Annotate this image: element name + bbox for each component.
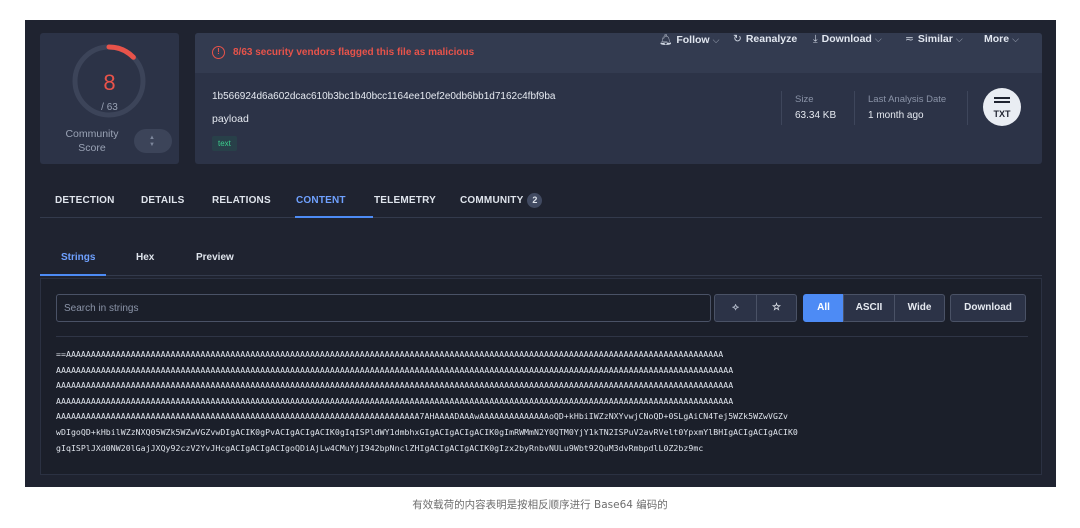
reanalyze-button[interactable]: ↻ Reanalyze — [733, 33, 797, 45]
divider — [781, 91, 782, 125]
tab-telemetry[interactable]: TELEMETRY — [374, 195, 436, 206]
detection-count: 8 — [103, 70, 116, 95]
filter-all-button[interactable]: All — [803, 294, 844, 322]
warning-icon: ! — [212, 46, 225, 59]
star-icon: ☆ — [772, 302, 781, 313]
string-line: wDIgoQD+kHbilWZzNXQ05WZk5WZwVGZvwDIgACIK… — [56, 426, 798, 437]
community-vote-control[interactable]: ▲ ▼ — [134, 129, 172, 153]
hash-filter-button[interactable]: ⟡ — [714, 294, 757, 322]
string-line: gIqISPlJXd0NW20lGajJXQy92czV2YvJHcgACIgA… — [56, 442, 704, 453]
file-summary-card: ! 8/63 security vendors flagged this fil… — [195, 33, 1042, 164]
tab-relations[interactable]: RELATIONS — [212, 195, 271, 206]
download-icon: ⤓ — [813, 33, 818, 45]
chevron-down-icon: ⌵ — [1012, 34, 1019, 44]
string-line: AAAAAAAAAAAAAAAAAAAAAAAAAAAAAAAAAAAAAAAA… — [56, 395, 734, 406]
bell-icon: 🔔︎ — [659, 34, 673, 46]
string-line: AAAAAAAAAAAAAAAAAAAAAAAAAAAAAAAAAAAAAAAA… — [56, 364, 734, 375]
active-subtab-indicator — [40, 274, 106, 276]
tab-community[interactable]: COMMUNITY 2 — [460, 193, 543, 208]
divider — [854, 91, 855, 125]
similar-button[interactable]: ≂ Similar ⌵ — [905, 33, 963, 45]
follow-button[interactable]: 🔔︎ Follow ⌵ — [659, 33, 719, 46]
figure-caption: 有效载荷的内容表明是按相反顺序进行 Base64 编码的 — [412, 499, 668, 511]
tab-content[interactable]: CONTENT — [296, 195, 346, 206]
size-value: 63.34 KB — [795, 110, 837, 121]
strings-output: ==AAAAAAAAAAAAAAAAAAAAAAAAAAAAAAAAAAAAAA… — [56, 347, 1028, 456]
similar-icon: ≂ — [905, 33, 914, 45]
string-line: AAAAAAAAAAAAAAAAAAAAAAAAAAAAAAAAAAAAAAAA… — [56, 411, 788, 422]
analysis-date-label: Last Analysis Date — [868, 94, 947, 105]
fingerprint-icon: ⟡ — [732, 302, 739, 313]
tab-detection[interactable]: DETECTION — [55, 195, 115, 206]
subtab-preview[interactable]: Preview — [196, 252, 234, 263]
community-score-label: Community Score — [65, 128, 119, 154]
file-type-label: TXT — [993, 109, 1011, 119]
filter-ascii-button[interactable]: ASCII — [843, 294, 895, 322]
search-input[interactable] — [56, 294, 711, 322]
strings-download-button[interactable]: Download — [950, 294, 1026, 322]
file-hash[interactable]: 1b566924d6a602dcac610b3bc1b40bcc1164ee10… — [212, 91, 555, 102]
size-label: Size — [795, 94, 814, 105]
subtab-hex[interactable]: Hex — [136, 252, 154, 263]
subtab-strings[interactable]: Strings — [61, 252, 95, 263]
analysis-date-value: 1 month ago — [868, 110, 924, 121]
file-type-icon: TXT — [983, 88, 1021, 126]
main-tabs: DETECTION DETAILS RELATIONS CONTENT TELE… — [40, 190, 1042, 218]
chevron-down-icon: ⌵ — [874, 34, 882, 44]
alert-text: 8/63 security vendors flagged this file … — [233, 47, 475, 58]
string-line: AAAAAAAAAAAAAAAAAAAAAAAAAAAAAAAAAAAAAAAA… — [56, 380, 734, 391]
content-subtabs: Strings Hex Preview — [40, 246, 1042, 276]
favorite-button[interactable]: ☆ — [756, 294, 797, 322]
vote-up-icon[interactable]: ▲ — [149, 135, 155, 141]
divider — [56, 336, 1028, 337]
string-line: ==AAAAAAAAAAAAAAAAAAAAAAAAAAAAAAAAAAAAAA… — [56, 349, 724, 359]
active-tab-indicator — [295, 216, 373, 218]
virustotal-window: 8 / 63 Community Score ▲ ▼ ! 8/63 securi… — [25, 20, 1056, 487]
chevron-down-icon: ⌵ — [712, 35, 720, 45]
file-tag[interactable]: text — [212, 136, 237, 151]
divider — [967, 91, 968, 125]
tab-details[interactable]: DETAILS — [141, 195, 184, 206]
more-button[interactable]: More ⌵ — [984, 33, 1019, 45]
chevron-down-icon: ⌵ — [955, 34, 963, 44]
text-lines-icon — [994, 97, 1010, 105]
detection-total: / 63 — [101, 102, 118, 113]
vote-down-icon[interactable]: ▼ — [149, 142, 155, 148]
strings-panel: ⟡ ☆ All ASCII Wide Download ==AAAAAAAAAA… — [40, 278, 1042, 475]
community-count-badge: 2 — [527, 193, 543, 208]
file-name: payload — [212, 113, 249, 125]
download-button[interactable]: ⤓ Download ⌵ — [813, 33, 882, 46]
filter-wide-button[interactable]: Wide — [894, 294, 945, 322]
reanalyze-icon: ↻ — [733, 33, 742, 45]
detection-score-card: 8 / 63 Community Score ▲ ▼ — [40, 33, 179, 164]
alert-bar: ! 8/63 security vendors flagged this fil… — [195, 33, 1042, 73]
